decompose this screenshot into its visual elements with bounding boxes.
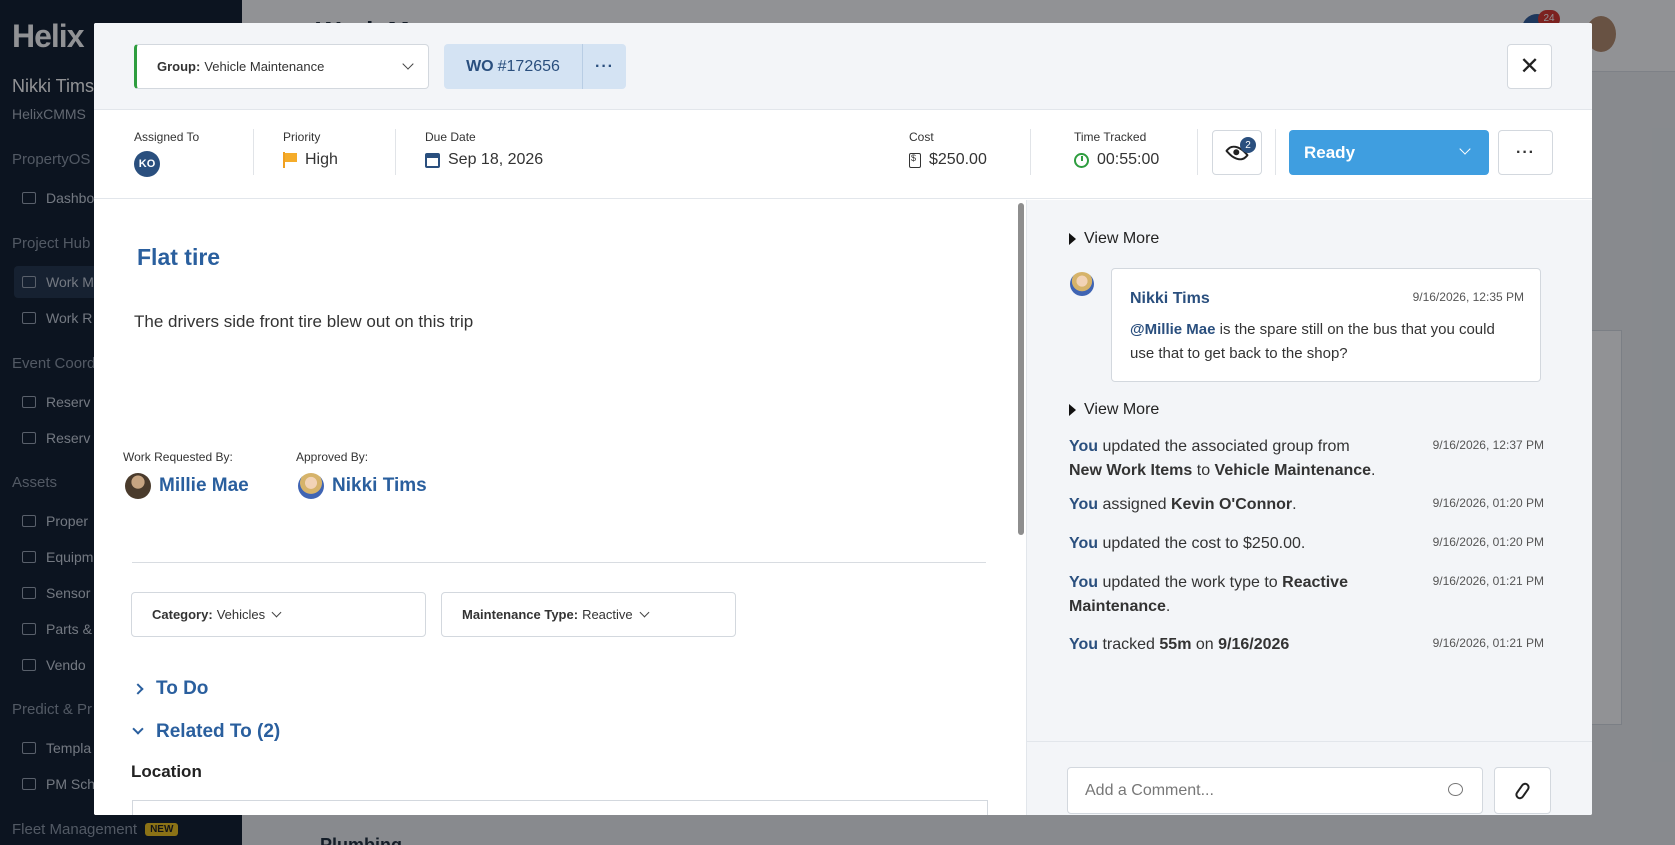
comment-input[interactable]: [1067, 767, 1483, 814]
divider: [1275, 129, 1276, 175]
divider: [1030, 129, 1031, 175]
work-order-meta-bar: Assigned To KO Priority High Due Date Se…: [94, 111, 1592, 199]
activity-entry: You updated the associated group from Ne…: [1069, 438, 1376, 479]
details-scrollbar[interactable]: [1018, 203, 1024, 535]
maintenance-type-select[interactable]: Maintenance Type: Reactive: [441, 592, 736, 637]
group-select[interactable]: Group: Vehicle Maintenance: [134, 44, 429, 89]
comment-timestamp: 9/16/2026, 12:35 PM: [1412, 290, 1524, 304]
status-value: Ready: [1304, 142, 1356, 162]
invoice-icon: [909, 152, 921, 168]
requested-by[interactable]: Millie Mae: [125, 473, 249, 499]
todo-section-toggle[interactable]: To Do: [132, 678, 208, 700]
work-order-id[interactable]: WO #172656: [444, 44, 582, 89]
category-value: Vehicles: [216, 607, 266, 622]
calendar-icon: [425, 152, 440, 168]
status-dropdown-button[interactable]: Ready: [1289, 130, 1489, 175]
assigned-to-field[interactable]: Assigned To KO: [134, 130, 199, 177]
requested-by-name: Millie Mae: [159, 475, 249, 496]
work-order-id-more-button[interactable]: ···: [582, 44, 626, 89]
view-more-toggle[interactable]: View More: [1069, 401, 1159, 419]
due-date-value: Sep 18, 2026: [448, 151, 544, 168]
divider: [253, 129, 254, 175]
comment-body: @Millie Mae is the spare still on the bu…: [1130, 321, 1495, 362]
chevron-down-icon: [402, 58, 414, 70]
caret-right-icon: [1069, 404, 1076, 416]
watchers-button[interactable]: 2: [1212, 130, 1262, 175]
requested-by-label: Work Requested By:: [123, 450, 233, 464]
chevron-right-icon: [132, 683, 144, 695]
divider: [395, 129, 396, 175]
chevron-down-icon: [1459, 143, 1471, 155]
comment-card: Nikki Tims 9/16/2026, 12:35 PM @Millie M…: [1111, 268, 1541, 382]
maintenance-type-value: Reactive: [582, 607, 633, 622]
time-tracked-field[interactable]: Time Tracked 00:55:00: [1074, 130, 1159, 169]
approved-by-name: Nikki Tims: [332, 475, 427, 496]
approved-by-label: Approved By:: [296, 450, 369, 464]
approved-by[interactable]: Nikki Tims: [298, 473, 427, 499]
requester-avatar: [125, 473, 151, 499]
flag-icon: [283, 152, 297, 168]
priority-value: High: [305, 151, 338, 168]
divider: [1197, 129, 1198, 175]
time-tracked-value: 00:55:00: [1097, 151, 1160, 168]
attach-file-button[interactable]: [1494, 767, 1551, 814]
due-date-field[interactable]: Due Date Sep 18, 2026: [425, 130, 543, 169]
chevron-down-icon: [132, 723, 144, 735]
group-select-value: Vehicle Maintenance: [204, 59, 325, 74]
work-order-title[interactable]: Flat tire: [137, 244, 220, 271]
close-button[interactable]: ✕: [1507, 44, 1552, 89]
location-heading: Location: [131, 762, 202, 781]
watchers-count-badge: 2: [1240, 137, 1256, 153]
location-box: [132, 800, 988, 815]
activity-entry: You updated the work type to Reactive Ma…: [1069, 574, 1348, 615]
comment-author: Nikki Tims: [1130, 290, 1210, 307]
activity-timestamp: 9/16/2026, 01:20 PM: [1432, 496, 1544, 510]
comment-bubble-icon: [1448, 783, 1463, 796]
comment-author-avatar: [1070, 272, 1094, 296]
work-order-details-panel: Flat tire The drivers side front tire bl…: [94, 200, 1013, 815]
priority-field[interactable]: Priority High: [283, 130, 338, 169]
paperclip-icon: [1513, 780, 1532, 801]
mention-link[interactable]: @Millie Mae: [1130, 321, 1215, 338]
caret-right-icon: [1069, 233, 1076, 245]
cost-field[interactable]: Cost $250.00: [909, 130, 987, 169]
activity-panel: View More Nikki Tims 9/16/2026, 12:35 PM…: [1027, 200, 1592, 815]
activity-timestamp: 9/16/2026, 01:20 PM: [1432, 535, 1544, 549]
comment-divider: [1027, 741, 1592, 742]
activity-timestamp: 9/16/2026, 01:21 PM: [1432, 574, 1544, 588]
related-to-section-toggle[interactable]: Related To (2): [132, 721, 280, 743]
more-actions-button[interactable]: ···: [1498, 130, 1553, 175]
category-select[interactable]: Category: Vehicles: [131, 592, 426, 637]
chevron-down-icon: [639, 607, 650, 618]
group-select-label: Group:: [157, 59, 201, 74]
work-order-modal: Group: Vehicle Maintenance WO #172656 ···…: [94, 23, 1592, 815]
cost-value: $250.00: [929, 151, 987, 168]
chevron-down-icon: [271, 607, 282, 618]
view-more-toggle[interactable]: View More: [1069, 230, 1159, 248]
assignee-avatar: KO: [134, 151, 160, 177]
section-divider: [132, 562, 986, 563]
activity-timestamp: 9/16/2026, 01:21 PM: [1432, 636, 1544, 650]
modal-header: Group: Vehicle Maintenance WO #172656 ···…: [94, 23, 1592, 110]
work-order-id-pill: WO #172656 ···: [444, 44, 626, 89]
approver-avatar: [298, 473, 324, 499]
stopwatch-icon: [1074, 152, 1089, 168]
work-order-description[interactable]: The drivers side front tire blew out on …: [134, 312, 473, 332]
activity-timestamp: 9/16/2026, 12:37 PM: [1432, 438, 1544, 452]
